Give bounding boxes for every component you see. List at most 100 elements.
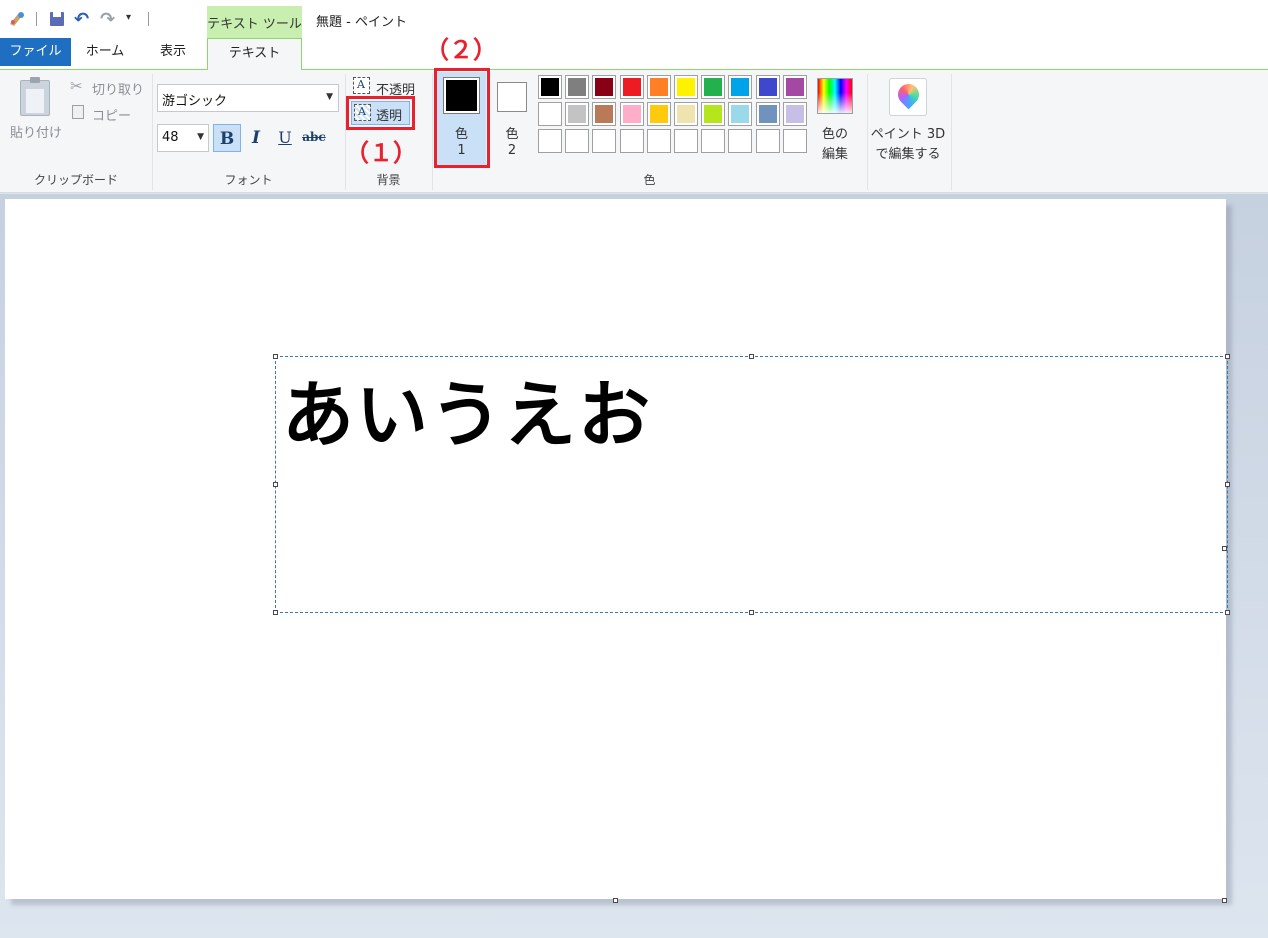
- paste-button[interactable]: 貼り付け: [6, 74, 66, 144]
- text-box-handle[interactable]: [273, 482, 278, 487]
- paint3d-label-line1: ペイント 3D: [870, 127, 946, 142]
- palette-swatch[interactable]: [674, 75, 698, 99]
- context-tab-label: テキスト ツール: [207, 17, 302, 32]
- annotation-box-1: [346, 96, 415, 130]
- opaque-option[interactable]: A 不透明: [351, 77, 429, 98]
- palette-swatch[interactable]: [782, 102, 807, 126]
- text-box-handle[interactable]: [273, 610, 278, 615]
- annotation-label-1: （１）: [345, 139, 417, 167]
- copy-label: コピー: [92, 109, 132, 124]
- clipboard-icon: [20, 77, 50, 116]
- chevron-down-icon: ▼: [326, 92, 333, 102]
- text-box-content: あいうえお: [282, 373, 653, 457]
- palette-swatch[interactable]: [728, 102, 753, 126]
- palette-swatch[interactable]: [701, 102, 726, 126]
- palette-swatch[interactable]: [538, 75, 562, 99]
- edit-colors-button[interactable]: 色の 編集: [812, 76, 858, 162]
- opaque-background-icon: A: [353, 77, 370, 94]
- tab-view[interactable]: 表示: [139, 38, 207, 66]
- redo-icon[interactable]: ↷: [100, 9, 115, 30]
- text-box-handle[interactable]: [1225, 610, 1230, 615]
- chevron-down-icon: ▼: [197, 132, 204, 142]
- clipboard-group-label: クリップボード: [33, 173, 118, 187]
- save-icon[interactable]: [50, 12, 64, 26]
- italic-button[interactable]: I: [243, 124, 269, 152]
- paint3d-icon: [889, 78, 927, 116]
- palette-swatch[interactable]: [565, 129, 590, 153]
- palette-swatch[interactable]: [646, 75, 671, 99]
- paint3d-label-line2: で編集する: [875, 147, 941, 162]
- color2-label-line2: 2: [507, 143, 517, 158]
- palette-swatch[interactable]: [592, 129, 617, 153]
- edit-with-paint3d-button[interactable]: ペイント 3D で編集する: [870, 76, 946, 162]
- tab-file[interactable]: ファイル: [0, 38, 71, 66]
- colors-group-label: 色: [643, 173, 656, 187]
- background-group-label: 背景: [376, 173, 401, 187]
- palette-swatch[interactable]: [755, 129, 780, 153]
- palette-swatch[interactable]: [782, 129, 807, 153]
- palette-swatch[interactable]: [592, 102, 617, 126]
- color2-label-line1: 色: [505, 127, 519, 142]
- underline-icon: U: [278, 128, 292, 147]
- palette-swatch[interactable]: [619, 102, 644, 126]
- color2-swatch: [497, 82, 527, 112]
- palette-swatch[interactable]: [674, 102, 698, 126]
- palette-swatch[interactable]: [592, 75, 617, 99]
- color-wheel-icon: [817, 78, 853, 114]
- strikethrough-button[interactable]: abc: [300, 124, 328, 152]
- copy-button[interactable]: コピー: [70, 103, 146, 124]
- color2-button[interactable]: 色 2: [492, 76, 532, 162]
- palette-swatch[interactable]: [646, 102, 671, 126]
- palette-swatch[interactable]: [782, 75, 807, 99]
- palette-swatch[interactable]: [565, 102, 590, 126]
- palette-swatch[interactable]: [755, 75, 780, 99]
- annotation-label-2: （２）: [425, 36, 497, 64]
- title-bar: ↶ ↷ ▾ テキスト ツール 無題 - ペイント: [0, 0, 1268, 38]
- palette-swatch[interactable]: [728, 75, 753, 99]
- italic-icon: I: [252, 128, 260, 148]
- palette-swatch[interactable]: [701, 75, 726, 99]
- paste-label: 貼り付け: [9, 126, 62, 141]
- palette-swatch[interactable]: [755, 102, 780, 126]
- font-family-value: 游ゴシック: [162, 94, 228, 109]
- separator: [951, 74, 952, 190]
- text-box-handle[interactable]: [1225, 482, 1230, 487]
- quick-access-dropdown-icon[interactable]: ▾: [126, 12, 131, 23]
- scissors-icon: ✂: [70, 77, 83, 95]
- window-title: 無題 - ペイント: [316, 15, 407, 30]
- text-box-handle[interactable]: [273, 354, 278, 359]
- strikethrough-icon: abc: [302, 130, 326, 144]
- copy-icon: [72, 105, 84, 119]
- cut-label: 切り取り: [92, 83, 145, 98]
- bold-button[interactable]: B: [213, 124, 241, 152]
- palette-swatch[interactable]: [646, 129, 671, 153]
- palette-swatch[interactable]: [674, 129, 698, 153]
- palette-swatch[interactable]: [619, 75, 644, 99]
- tab-home[interactable]: ホーム: [71, 38, 139, 66]
- edit-colors-label-line2: 編集: [821, 147, 848, 162]
- palette-swatch[interactable]: [538, 102, 562, 126]
- canvas-resize-handle[interactable]: [613, 898, 618, 903]
- underline-button[interactable]: U: [272, 124, 298, 152]
- font-family-select[interactable]: 游ゴシック ▼: [157, 84, 339, 112]
- undo-icon[interactable]: ↶: [74, 9, 89, 30]
- text-box-handle[interactable]: [749, 610, 754, 615]
- font-size-select[interactable]: 48 ▼: [157, 124, 209, 152]
- edit-colors-label-line1: 色の: [821, 127, 848, 142]
- canvas-resize-handle[interactable]: [1222, 898, 1227, 903]
- text-box-handle[interactable]: [749, 354, 754, 359]
- bold-icon: B: [219, 129, 235, 149]
- palette-swatch[interactable]: [701, 129, 726, 153]
- text-box-handle[interactable]: [1225, 354, 1230, 359]
- annotation-box-2: [434, 68, 490, 168]
- separator: [867, 74, 868, 190]
- font-size-value: 48: [162, 130, 179, 145]
- cut-button[interactable]: ✂ 切り取り: [70, 77, 146, 98]
- palette-swatch[interactable]: [565, 75, 590, 99]
- font-group-label: フォント: [224, 173, 273, 187]
- palette-swatch[interactable]: [538, 129, 562, 153]
- paint-app-icon[interactable]: [8, 10, 26, 28]
- palette-swatch[interactable]: [619, 129, 644, 153]
- palette-swatch[interactable]: [728, 129, 753, 153]
- tab-text-label: テキスト: [228, 46, 281, 61]
